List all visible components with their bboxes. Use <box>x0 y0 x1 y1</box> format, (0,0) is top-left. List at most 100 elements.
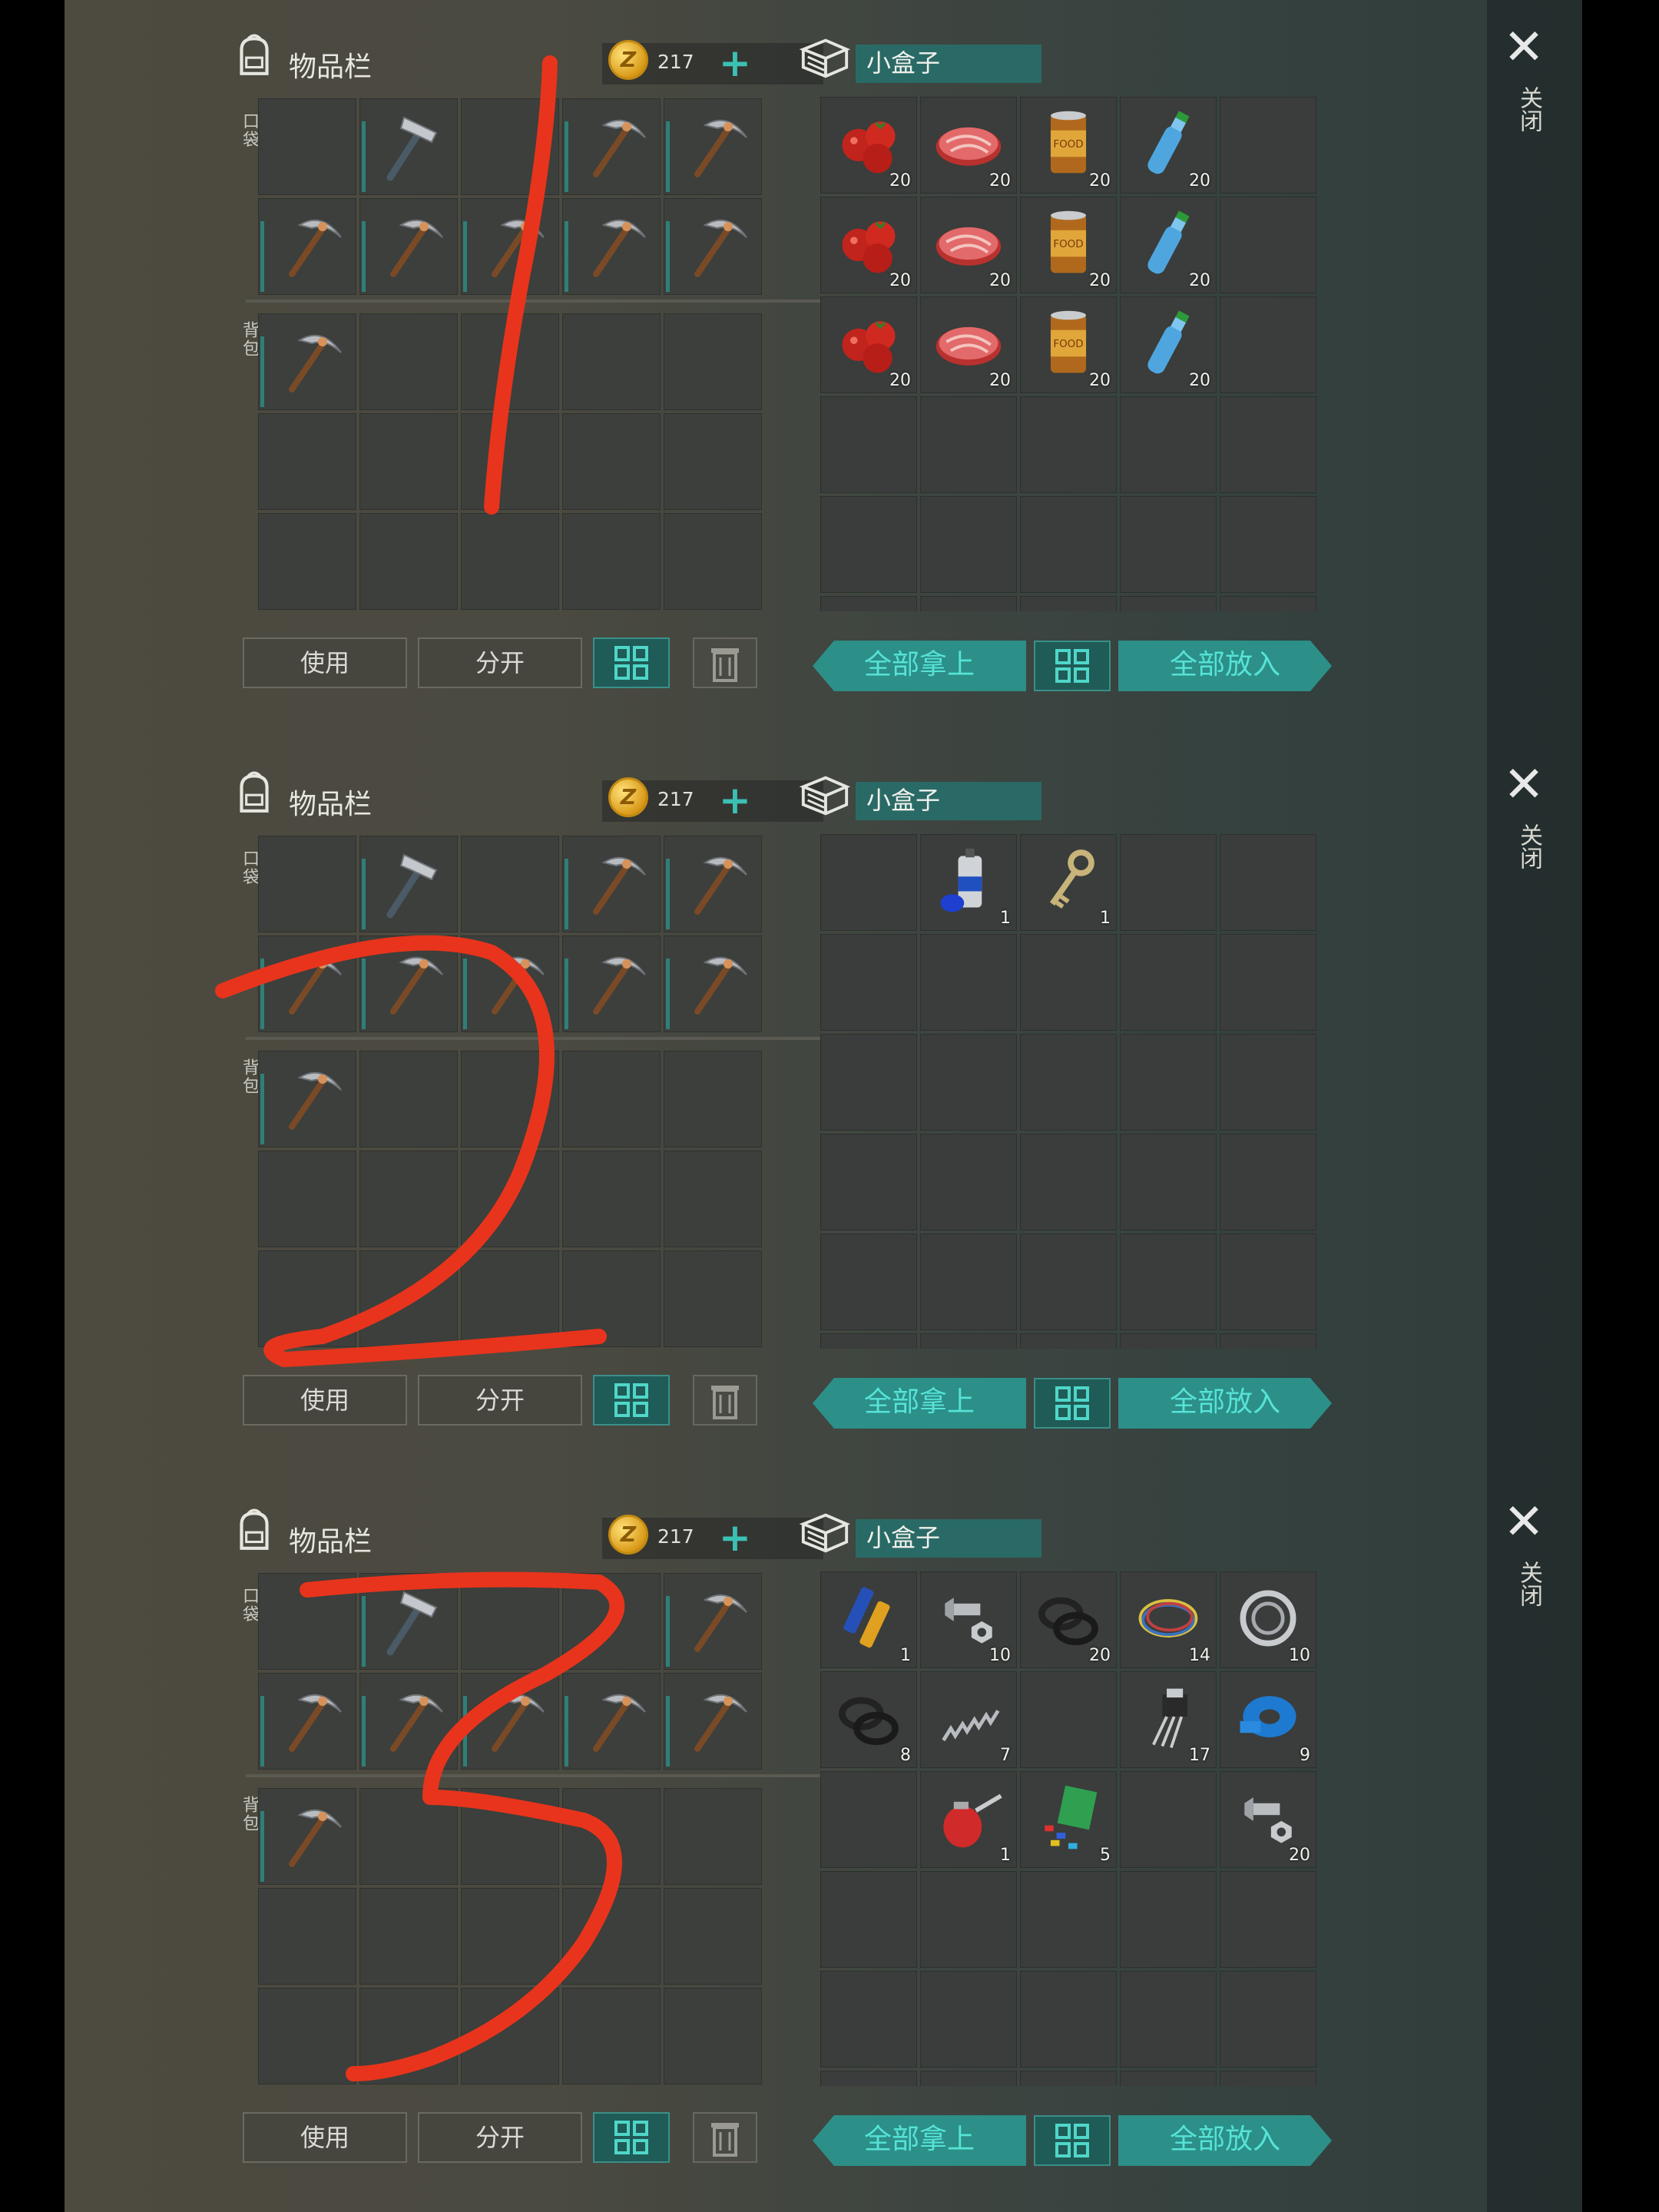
box-slot[interactable]: 20 <box>1020 1571 1117 1668</box>
backpack-slot[interactable] <box>258 1051 356 1147</box>
backpack-slot[interactable] <box>664 1151 762 1247</box>
backpack-slot[interactable] <box>258 1151 356 1247</box>
box-slot[interactable] <box>820 834 917 931</box>
trash-button[interactable] <box>693 637 757 688</box>
sort-grid-button[interactable] <box>593 1375 670 1426</box>
add-coins-button[interactable]: + <box>719 44 751 82</box>
box-slot[interactable] <box>1220 1233 1316 1330</box>
box-slot[interactable] <box>1020 1671 1117 1768</box>
backpack-slot[interactable] <box>461 413 559 510</box>
sort-grid-button[interactable] <box>593 637 670 688</box>
backpack-slot[interactable] <box>461 513 559 610</box>
box-slot[interactable] <box>1220 197 1316 293</box>
pocket-slot[interactable] <box>258 1673 356 1770</box>
box-slot[interactable]: 9 <box>1220 1671 1316 1768</box>
box-slot[interactable]: 1 <box>920 1771 1017 1868</box>
box-slot[interactable] <box>820 396 917 493</box>
pocket-slot[interactable] <box>461 836 559 932</box>
backpack-slot[interactable] <box>562 513 661 610</box>
pocket-slot[interactable] <box>359 98 458 195</box>
backpack-slot[interactable] <box>562 1151 661 1247</box>
pocket-slot[interactable] <box>664 935 762 1032</box>
box-slot[interactable] <box>820 1971 917 2068</box>
box-slot[interactable]: 17 <box>1120 1671 1217 1768</box>
backpack-slot[interactable] <box>461 313 559 410</box>
box-slot[interactable] <box>1220 596 1316 611</box>
box-slot[interactable] <box>820 2071 917 2086</box>
pocket-slot[interactable] <box>664 98 762 195</box>
backpack-slot[interactable] <box>258 1888 356 1985</box>
box-slot[interactable] <box>1220 834 1316 931</box>
backpack-slot[interactable] <box>664 1250 762 1347</box>
box-slot[interactable] <box>920 934 1017 1031</box>
backpack-slot[interactable] <box>258 1250 356 1347</box>
box-slot[interactable]: 14 <box>1120 1571 1217 1668</box>
box-slot[interactable]: 20 <box>1120 296 1217 393</box>
box-slot[interactable]: 5 <box>1020 1771 1117 1868</box>
backpack-slot[interactable] <box>664 413 762 510</box>
backpack-slot[interactable] <box>562 1250 661 1347</box>
box-slot[interactable]: 20 <box>920 97 1017 194</box>
sort-grid-button[interactable] <box>593 2112 670 2163</box>
box-slot[interactable] <box>1120 1971 1217 2068</box>
box-slot[interactable] <box>1120 496 1217 593</box>
backpack-slot[interactable] <box>461 1051 559 1147</box>
box-slot[interactable] <box>820 934 917 1031</box>
box-slot[interactable] <box>1120 934 1217 1031</box>
box-sort-button[interactable] <box>1034 1378 1111 1429</box>
box-slot[interactable] <box>820 1871 917 1968</box>
box-slot[interactable] <box>920 1134 1017 1230</box>
backpack-slot[interactable] <box>461 1888 559 1985</box>
box-slot[interactable]: 20 <box>1120 197 1217 293</box>
box-slot[interactable] <box>1020 2071 1117 2086</box>
backpack-slot[interactable] <box>258 313 356 410</box>
pocket-slot[interactable] <box>258 836 356 932</box>
box-slot[interactable]: 7 <box>920 1671 1017 1768</box>
backpack-slot[interactable] <box>664 1888 762 1985</box>
close-icon[interactable]: ✕ <box>1492 1498 1556 1547</box>
box-slot[interactable] <box>1220 1134 1316 1230</box>
box-slot[interactable] <box>1020 1134 1117 1230</box>
box-slot[interactable] <box>1220 1034 1316 1131</box>
pocket-slot[interactable] <box>359 198 458 295</box>
box-slot[interactable] <box>1020 1034 1117 1131</box>
backpack-slot[interactable] <box>664 313 762 410</box>
backpack-slot[interactable] <box>359 513 458 610</box>
put-all-button[interactable]: 全部放入 <box>1118 1378 1332 1429</box>
box-slot[interactable] <box>1120 1771 1217 1868</box>
pocket-slot[interactable] <box>359 836 458 932</box>
box-slot[interactable] <box>920 596 1017 611</box>
backpack-slot[interactable] <box>664 1988 762 2085</box>
pocket-slot[interactable] <box>562 1573 661 1670</box>
put-all-button[interactable]: 全部放入 <box>1118 2115 1332 2166</box>
box-slot[interactable] <box>1220 496 1316 593</box>
box-slot[interactable]: 20 <box>920 296 1017 393</box>
box-slot[interactable] <box>1220 396 1316 493</box>
box-slot[interactable]: 20 <box>1020 197 1117 293</box>
pocket-slot[interactable] <box>461 1673 559 1770</box>
box-slot[interactable] <box>1220 934 1316 1031</box>
add-coins-button[interactable]: + <box>719 1518 751 1557</box>
box-sort-button[interactable] <box>1034 641 1111 691</box>
backpack-slot[interactable] <box>359 1988 458 2085</box>
backpack-slot[interactable] <box>664 1788 762 1885</box>
pocket-slot[interactable] <box>664 836 762 932</box>
backpack-slot[interactable] <box>258 513 356 610</box>
backpack-slot[interactable] <box>359 1788 458 1885</box>
take-all-button[interactable]: 全部拿上 <box>813 2115 1026 2166</box>
pocket-slot[interactable] <box>359 935 458 1032</box>
box-slot[interactable] <box>920 396 1017 493</box>
backpack-slot[interactable] <box>359 1888 458 1985</box>
box-slot[interactable] <box>820 1771 917 1868</box>
box-slot[interactable] <box>1120 1333 1217 1349</box>
backpack-slot[interactable] <box>562 1988 661 2085</box>
box-slot[interactable] <box>1220 1971 1316 2068</box>
box-slot[interactable] <box>1120 2071 1217 2086</box>
pocket-slot[interactable] <box>461 198 559 295</box>
trash-button[interactable] <box>693 1375 757 1426</box>
close-icon[interactable]: ✕ <box>1492 23 1556 72</box>
pocket-slot[interactable] <box>258 198 356 295</box>
box-slot[interactable] <box>920 1871 1017 1968</box>
split-button[interactable]: 分开 <box>418 2112 582 2163</box>
pocket-slot[interactable] <box>359 1573 458 1670</box>
